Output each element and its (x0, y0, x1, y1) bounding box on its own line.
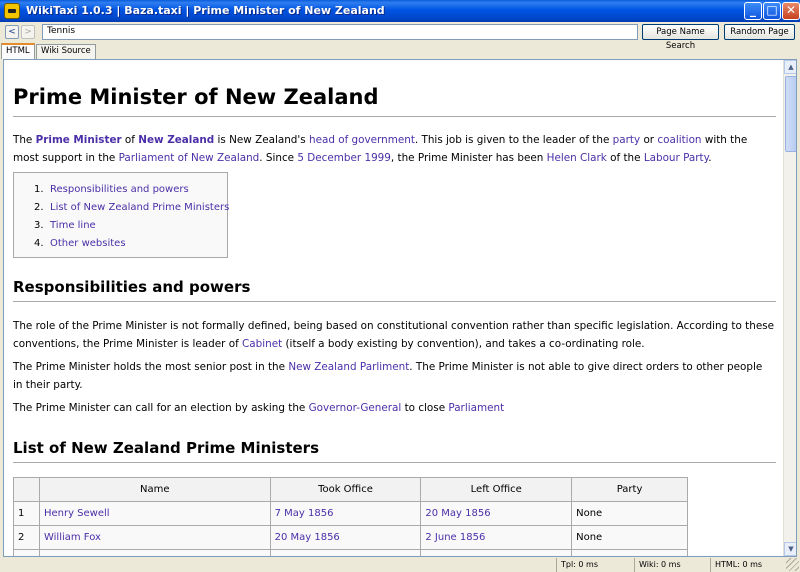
table-row: 1 Henry Sewell 7 May 1856 20 May 1856 No… (13, 501, 688, 526)
minimize-button[interactable]: _ (744, 2, 762, 20)
table-row: 2 William Fox 20 May 1856 2 June 1856 No… (13, 525, 688, 550)
link-left-office[interactable]: 2 June 1856 (425, 532, 485, 543)
cell-number: 2 (13, 525, 40, 550)
table-row (13, 549, 688, 556)
link-took-office[interactable]: 20 May 1856 (275, 532, 340, 543)
link-name[interactable]: Henry Sewell (44, 508, 110, 519)
column-header: Took Office (269, 477, 422, 502)
link-governor-general[interactable]: Governor-General (309, 402, 402, 414)
toc-item[interactable]: 2. List of New Zealand Prime Ministers (34, 199, 229, 217)
intro-paragraph: The Prime Minister of New Zealand is New… (13, 134, 748, 164)
column-header (13, 477, 40, 502)
link-labour-party[interactable]: Labour Party (644, 152, 708, 164)
scroll-thumb[interactable] (785, 76, 796, 152)
close-button[interactable]: ✕ (782, 2, 800, 20)
scroll-down-arrow-icon[interactable]: ▼ (784, 542, 796, 556)
toc-item[interactable]: 4. Other websites (34, 235, 126, 253)
link-new-zealand[interactable]: New Zealand (138, 134, 214, 146)
tab-wiki-source[interactable]: Wiki Source (36, 44, 96, 59)
status-bar: Tpl: 0 ms Wiki: 0 ms HTML: 0 ms (0, 557, 800, 572)
paragraph: The role of the Prime Minister is not fo… (13, 320, 775, 350)
column-header: Party (571, 477, 688, 502)
section-heading-responsibilities: Responsibilities and powers (13, 278, 776, 302)
paragraph: The Prime Minister holds the most senior… (13, 361, 763, 391)
toolbar: < > Tennis Page Name Search Random Page (0, 22, 800, 51)
random-page-button[interactable]: Random Page (724, 24, 795, 40)
page-name-search-button[interactable]: Page Name Search (642, 24, 719, 51)
view-tabs: HTML Wiki Source (0, 43, 800, 59)
forward-button[interactable]: > (21, 25, 35, 39)
toc-item[interactable]: 1. Responsibilities and powers (34, 181, 189, 199)
section-heading-list-of-prime-ministers: List of New Zealand Prime Ministers (13, 439, 776, 463)
article-content: Prime Minister of New Zealand The Prime … (12, 60, 776, 556)
scroll-up-arrow-icon[interactable]: ▲ (784, 60, 796, 74)
link-coalition[interactable]: coalition (657, 134, 701, 146)
column-header: Name (38, 477, 271, 502)
link-name[interactable]: William Fox (44, 532, 101, 543)
link-took-office[interactable]: 7 May 1856 (275, 508, 334, 519)
status-tpl: Tpl: 0 ms (556, 558, 634, 572)
link-5-december-1999[interactable]: 5 December 1999 (297, 152, 391, 164)
cell-number: 1 (13, 501, 40, 526)
link-head-of-government[interactable]: head of government (309, 134, 415, 146)
column-header: Left Office (420, 477, 573, 502)
link-helen-clark[interactable]: Helen Clark (547, 152, 607, 164)
vertical-scrollbar[interactable]: ▲ ▼ (783, 60, 796, 556)
prime-ministers-table: Name Took Office Left Office Party 1 Hen… (13, 477, 688, 556)
link-new-zealand-parliment[interactable]: New Zealand Parliment (288, 361, 409, 373)
article-panel[interactable]: Prime Minister of New Zealand The Prime … (3, 59, 797, 557)
link-parliament-of-new-zealand[interactable]: Parliament of New Zealand (119, 152, 260, 164)
paragraph: The Prime Minister can call for an elect… (13, 402, 505, 414)
cell-party: None (571, 525, 688, 550)
status-html: HTML: 0 ms (710, 558, 786, 572)
table-of-contents: 1. Responsibilities and powers 2. List of … (13, 172, 229, 258)
app-icon (4, 3, 20, 19)
page-title: Prime Minister of New Zealand (13, 85, 776, 117)
status-wiki: Wiki: 0 ms (634, 558, 710, 572)
search-input[interactable]: Tennis (42, 24, 638, 40)
link-party[interactable]: party (613, 134, 640, 146)
link-parliament[interactable]: Parliament (448, 402, 504, 414)
title-bar[interactable]: WikiTaxi 1.0.3 | Baza.taxi | Prime Minis… (0, 0, 800, 22)
link-prime-minister[interactable]: Prime Minister (36, 134, 122, 146)
tab-html[interactable]: HTML (1, 43, 35, 59)
toc-item[interactable]: 3. Time line (34, 217, 96, 235)
cell-party: None (571, 501, 688, 526)
resize-grip-icon[interactable] (786, 558, 799, 571)
window-title: WikiTaxi 1.0.3 | Baza.taxi | Prime Minis… (26, 4, 385, 17)
link-cabinet[interactable]: Cabinet (242, 338, 282, 350)
link-left-office[interactable]: 20 May 1856 (425, 508, 490, 519)
back-button[interactable]: < (5, 25, 19, 39)
maximize-button[interactable]: □ (763, 2, 781, 20)
